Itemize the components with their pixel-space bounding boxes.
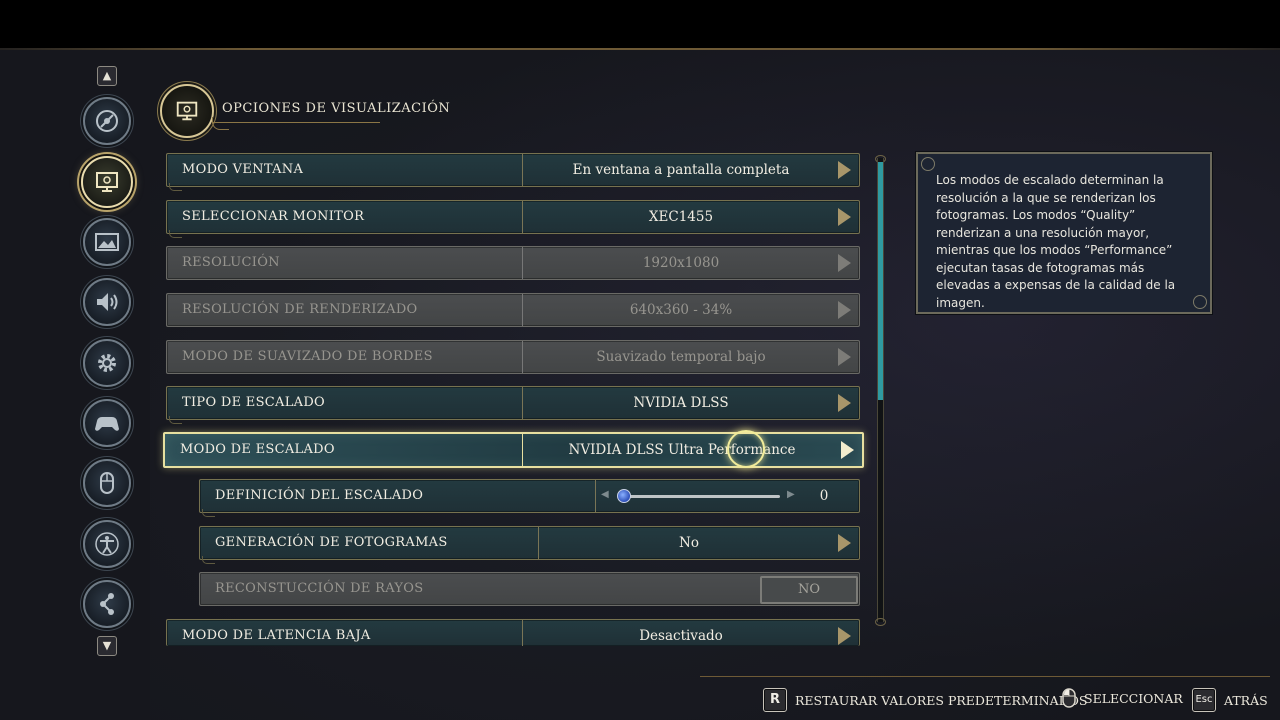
setting-row-window-mode[interactable]: MODO VENTANA En ventana a pantalla compl… bbox=[166, 153, 860, 191]
setting-row-monitor[interactable]: SELECCIONAR MONITOR XEC1455 bbox=[166, 200, 860, 238]
accessibility-icon bbox=[95, 532, 119, 556]
chevron-right-icon[interactable] bbox=[838, 208, 851, 226]
chevron-right-icon bbox=[838, 301, 851, 319]
sidebar-item-settings[interactable] bbox=[83, 339, 131, 387]
sidebar-item-display[interactable] bbox=[81, 156, 133, 208]
setting-label: MODO DE ESCALADO bbox=[180, 442, 335, 457]
setting-label: RESOLUCIÓN DE RENDERIZADO bbox=[182, 302, 418, 317]
setting-label: DEFINICIÓN DEL ESCALADO bbox=[215, 488, 424, 503]
setting-value: XEC1455 bbox=[648, 209, 714, 225]
chevron-left-icon[interactable]: ◀ bbox=[601, 489, 609, 500]
setting-value: 1920x1080 bbox=[642, 255, 720, 271]
r-key-icon: R bbox=[763, 688, 787, 712]
sidebar-item-network[interactable] bbox=[83, 580, 131, 628]
restore-defaults-label: RESTAURAR VALORES PREDETERMINADOS bbox=[795, 692, 1088, 708]
sidebar-item-game[interactable] bbox=[83, 97, 131, 145]
setting-row-low-latency[interactable]: MODO DE LATENCIA BAJA Desactivado bbox=[166, 619, 860, 646]
gamepad-icon bbox=[95, 417, 119, 431]
setting-row-ray-reconstruction: RECONSTUCCIÓN DE RAYOS NO bbox=[199, 572, 860, 606]
game-disc-icon bbox=[96, 110, 118, 132]
back-label: ATRÁS bbox=[1224, 692, 1268, 708]
graphics-image-icon bbox=[95, 233, 119, 251]
toggle-switch: NO bbox=[760, 576, 858, 604]
sidebar-item-accessibility[interactable] bbox=[83, 520, 131, 568]
setting-value: 640x360 - 34% bbox=[629, 302, 733, 318]
setting-row-frame-generation[interactable]: GENERACIÓN DE FOTOGRAMAS No bbox=[199, 526, 860, 564]
row-ornament bbox=[169, 183, 182, 191]
chevron-right-icon bbox=[838, 254, 851, 272]
esc-key-icon: Esc bbox=[1192, 688, 1216, 712]
scrollbar-cap-bottom bbox=[875, 618, 886, 626]
settings-gear-icon bbox=[98, 354, 116, 372]
setting-row-resolution: RESOLUCIÓN 1920x1080 bbox=[166, 246, 860, 280]
title-ornament bbox=[212, 117, 229, 130]
setting-value: En ventana a pantalla completa bbox=[572, 162, 790, 178]
cursor-highlight bbox=[727, 430, 765, 468]
setting-row-render-resolution: RESOLUCIÓN DE RENDERIZADO 640x360 - 34% bbox=[166, 293, 860, 327]
restore-defaults-button[interactable]: R RESTAURAR VALORES PREDETERMINADOS bbox=[763, 688, 1087, 712]
row-ornament bbox=[202, 509, 215, 517]
setting-value: 0 bbox=[819, 488, 829, 504]
row-divider bbox=[595, 480, 596, 512]
setting-label: RESOLUCIÓN bbox=[182, 255, 280, 270]
chevron-right-icon[interactable] bbox=[838, 161, 851, 179]
audio-speaker-icon bbox=[97, 293, 118, 311]
setting-row-antialiasing: MODO DE SUAVIZADO DE BORDES Suavizado te… bbox=[166, 340, 860, 374]
row-ornament bbox=[169, 416, 182, 424]
setting-label: TIPO DE ESCALADO bbox=[182, 395, 326, 410]
setting-row-upscale-type[interactable]: TIPO DE ESCALADO NVIDIA DLSS bbox=[166, 386, 860, 424]
sidebar-item-graphics[interactable] bbox=[83, 218, 131, 266]
setting-value: Desactivado bbox=[639, 628, 723, 644]
footer-divider bbox=[700, 676, 1270, 677]
sharpness-slider[interactable] bbox=[618, 495, 780, 498]
scrollbar-thumb[interactable] bbox=[878, 162, 883, 400]
setting-value: NVIDIA DLSS bbox=[633, 395, 729, 411]
display-monitor-icon bbox=[96, 172, 118, 192]
display-monitor-icon bbox=[176, 101, 198, 121]
chevron-right-icon[interactable] bbox=[838, 627, 851, 645]
back-button[interactable]: Esc ATRÁS bbox=[1192, 688, 1268, 712]
select-label: SELECCIONAR bbox=[1084, 690, 1183, 706]
setting-label: RECONSTUCCIÓN DE RAYOS bbox=[215, 581, 424, 596]
chevron-right-icon[interactable] bbox=[838, 394, 851, 412]
setting-value: Suavizado temporal bajo bbox=[596, 349, 766, 365]
header-emblem bbox=[160, 84, 214, 138]
row-ornament bbox=[169, 230, 182, 238]
chevron-right-icon[interactable] bbox=[838, 534, 851, 552]
setting-label: MODO VENTANA bbox=[182, 162, 304, 177]
setting-label: SELECCIONAR MONITOR bbox=[182, 209, 365, 224]
network-icon bbox=[100, 593, 114, 615]
row-ornament bbox=[202, 556, 215, 564]
setting-label: MODO DE LATENCIA BAJA bbox=[182, 628, 371, 643]
description-panel: Los modos de escalado determinan la reso… bbox=[916, 152, 1212, 314]
slider-handle[interactable] bbox=[617, 489, 631, 503]
top-letterbox bbox=[0, 0, 1280, 48]
sidebar-scroll-up-icon[interactable]: ▲ bbox=[97, 66, 117, 86]
sidebar-item-controller[interactable] bbox=[83, 399, 131, 447]
mouse-icon bbox=[1062, 688, 1076, 708]
chevron-right-icon[interactable] bbox=[841, 441, 854, 459]
title-underline bbox=[212, 122, 380, 123]
chevron-right-icon[interactable]: ▶ bbox=[787, 489, 795, 500]
setting-value: No bbox=[679, 535, 699, 551]
select-button[interactable]: SELECCIONAR bbox=[1062, 688, 1183, 708]
description-text: Los modos de escalado determinan la reso… bbox=[936, 173, 1176, 310]
setting-label: MODO DE SUAVIZADO DE BORDES bbox=[182, 349, 433, 364]
page-title: OPCIONES DE VISUALIZACIÓN bbox=[222, 101, 451, 116]
sidebar-item-mouse[interactable] bbox=[83, 459, 131, 507]
sidebar-item-audio[interactable] bbox=[83, 278, 131, 326]
setting-row-upscale-sharpness[interactable]: DEFINICIÓN DEL ESCALADO ◀ ▶ 0 bbox=[199, 479, 860, 517]
sidebar-scroll-down-icon[interactable]: ▼ bbox=[97, 636, 117, 656]
panel-ornament bbox=[1193, 295, 1207, 309]
chevron-right-icon bbox=[838, 348, 851, 366]
setting-value: NVIDIA DLSS Ultra Performance bbox=[568, 442, 796, 458]
panel-ornament bbox=[921, 157, 935, 171]
mouse-icon bbox=[100, 472, 114, 494]
setting-label: GENERACIÓN DE FOTOGRAMAS bbox=[215, 535, 448, 550]
